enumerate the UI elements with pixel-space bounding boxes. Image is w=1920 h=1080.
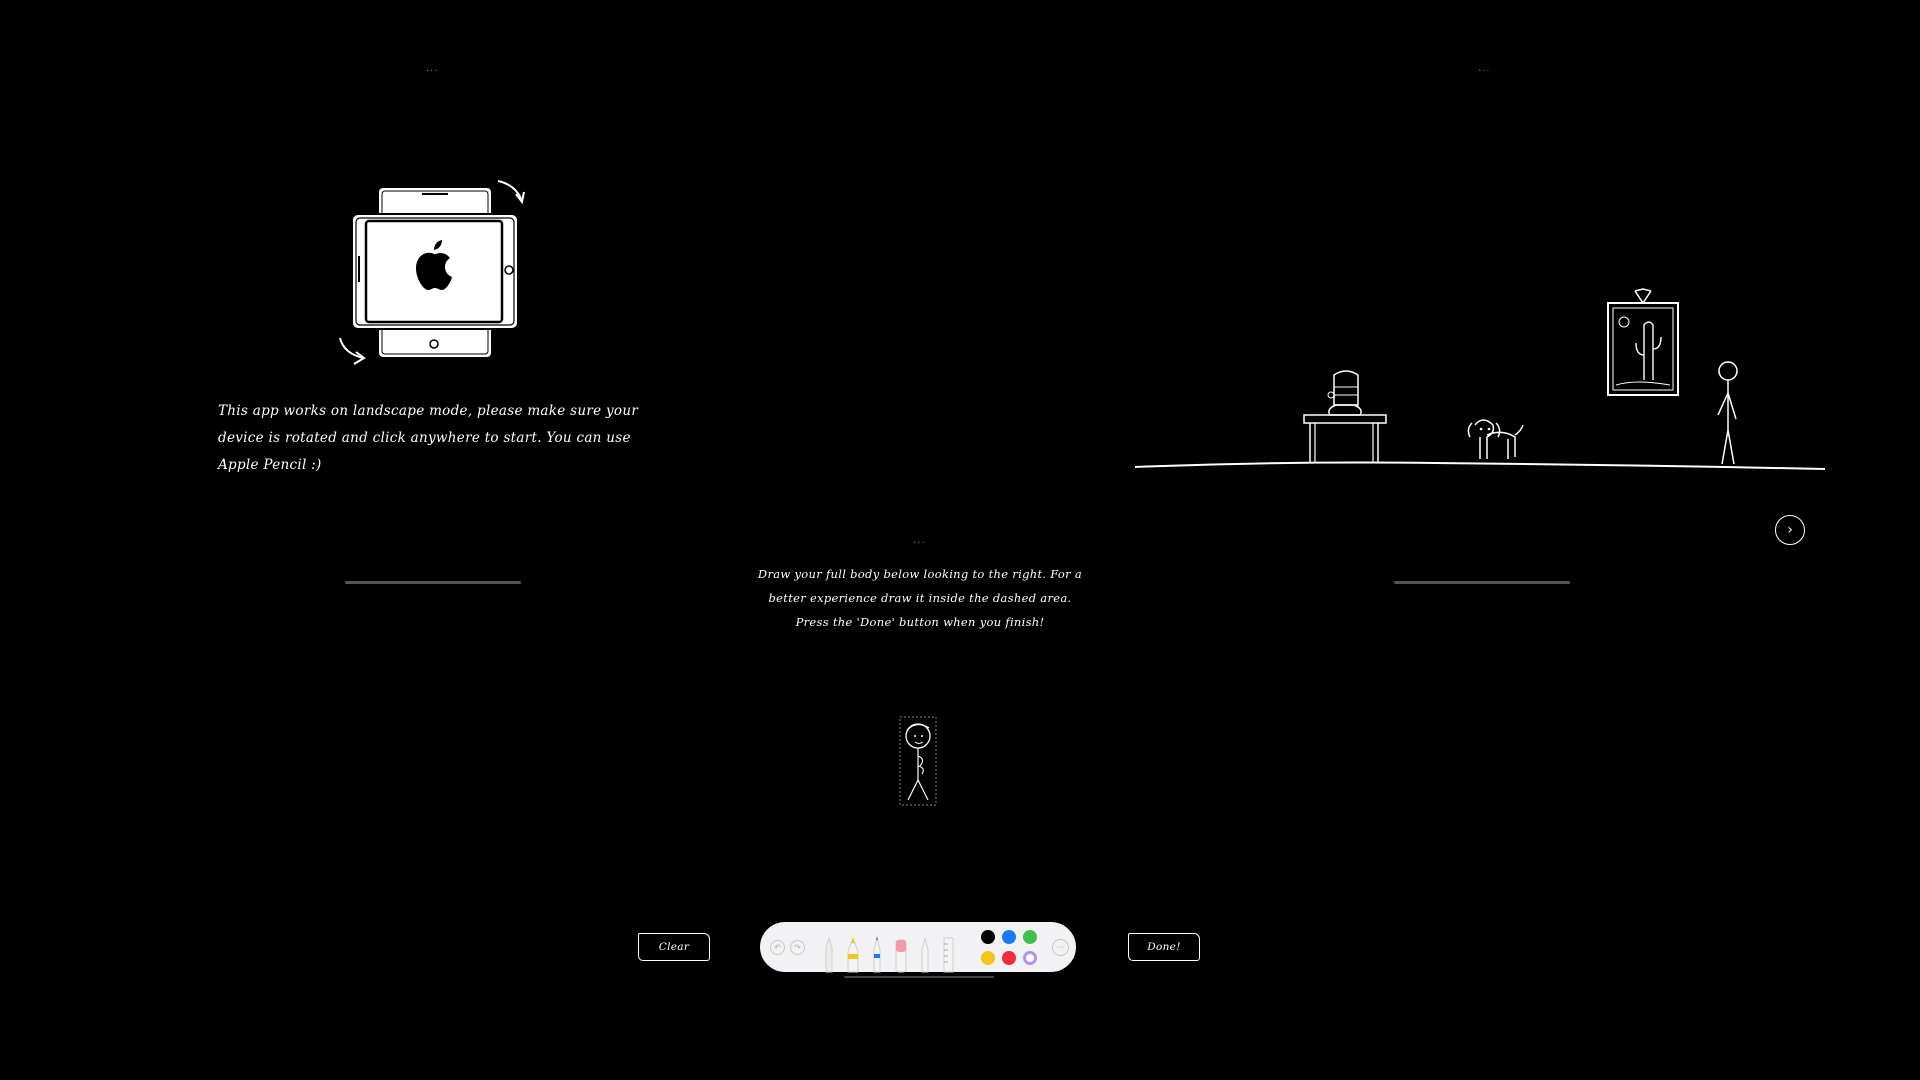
chevron-right-icon: › (1787, 522, 1793, 538)
drawing-area[interactable] (899, 716, 937, 806)
status-dots: ··· (1478, 66, 1491, 77)
eraser-tool[interactable] (895, 939, 907, 973)
undo-icon: ↶ (774, 943, 781, 952)
status-dots: ··· (426, 66, 439, 77)
redo-button[interactable]: ↷ (790, 940, 805, 955)
home-indicator (1394, 581, 1570, 584)
ruler-tool[interactable] (943, 937, 954, 973)
undo-button[interactable]: ↶ (770, 940, 785, 955)
pen-tool[interactable] (873, 936, 881, 973)
more-button[interactable]: ··· (1052, 939, 1069, 956)
color-swatch-white[interactable] (1023, 951, 1037, 965)
draw-instructions: Draw your full body below looking to the… (757, 567, 1083, 629)
color-swatch-yellow[interactable] (981, 951, 995, 965)
status-dots: ··· (913, 538, 926, 549)
next-button[interactable]: › (1775, 515, 1805, 545)
pencil-tool[interactable] (825, 936, 833, 973)
lasso-tool[interactable] (921, 937, 929, 973)
home-indicator (844, 976, 994, 978)
color-swatch-red[interactable] (1002, 951, 1016, 965)
color-swatch-green[interactable] (1023, 930, 1037, 944)
color-swatch-blue[interactable] (1002, 930, 1016, 944)
color-swatch-black[interactable] (981, 930, 995, 944)
ellipsis-icon: ··· (1056, 942, 1065, 952)
tool-palette: ↶ ↷ ··· (760, 922, 1076, 973)
home-indicator (345, 581, 521, 584)
scene-illustration (1134, 288, 1826, 470)
ipad-rotate-illustration (339, 180, 525, 365)
drawing-tools (825, 936, 954, 973)
rotate-instructions: This app works on landscape mode, please… (218, 403, 639, 473)
done-button[interactable]: Done! (1128, 933, 1200, 961)
redo-icon: ↷ (794, 943, 801, 952)
clear-button[interactable]: Clear (638, 933, 710, 961)
marker-tool[interactable] (847, 937, 859, 973)
